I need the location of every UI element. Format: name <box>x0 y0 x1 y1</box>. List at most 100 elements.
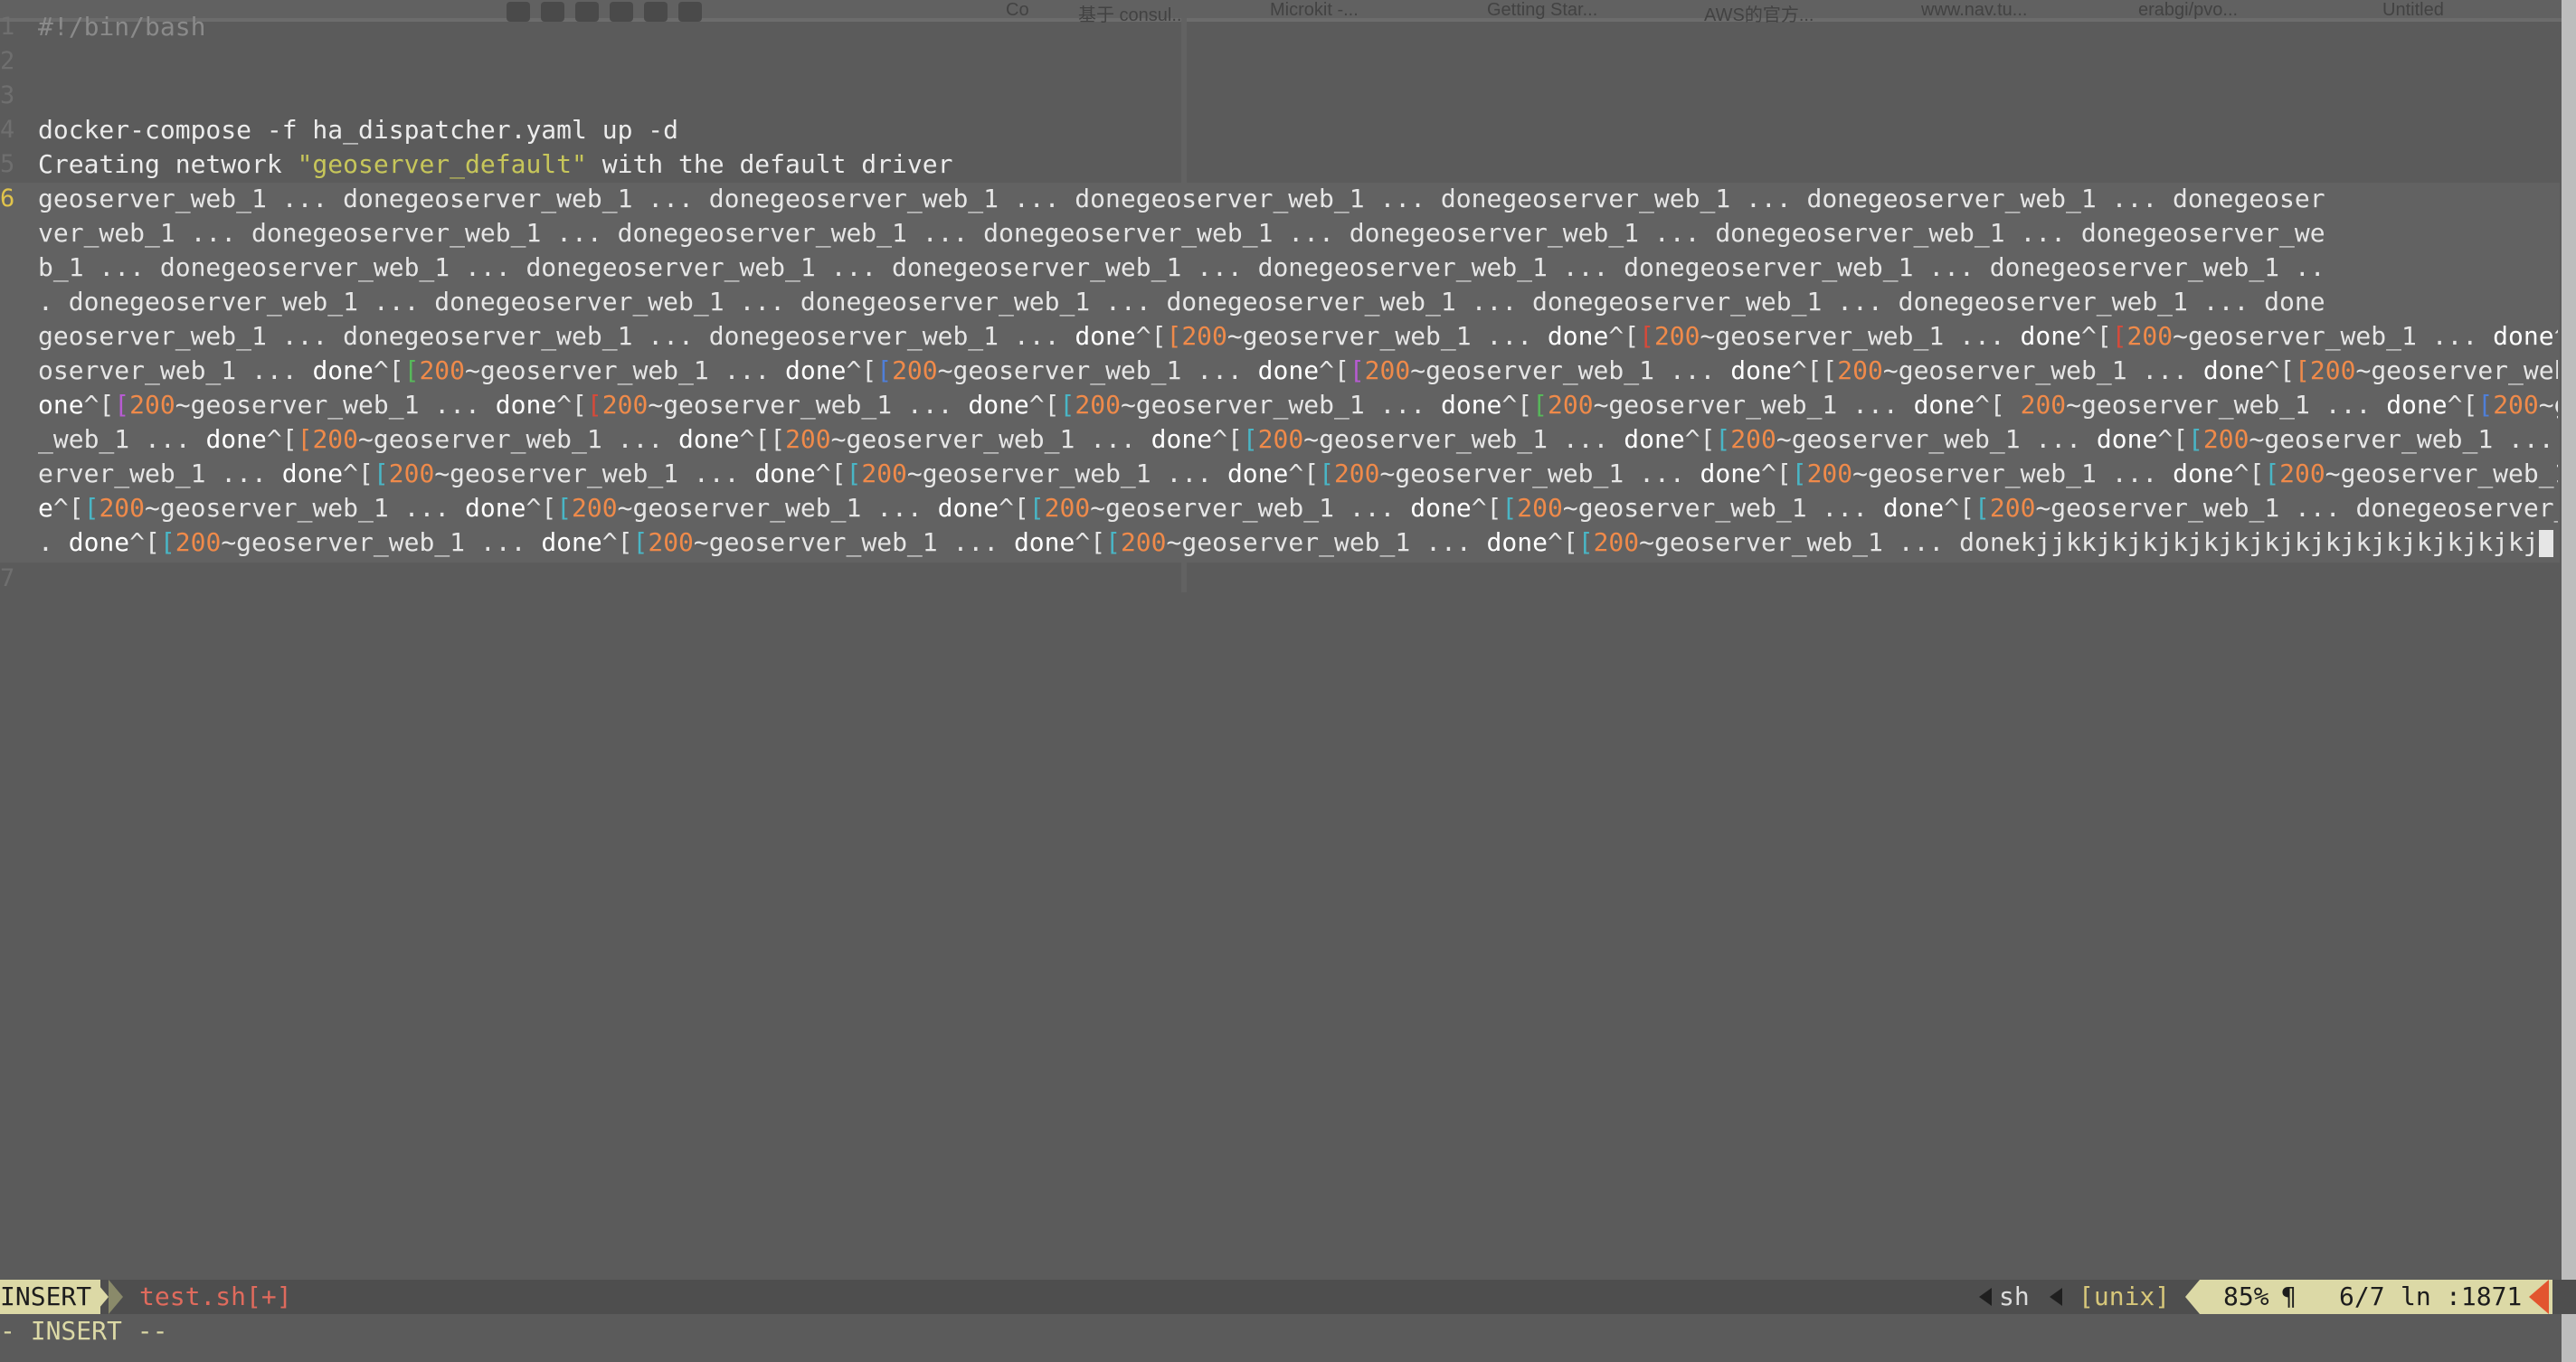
filename-modified[interactable]: test.sh[+] <box>139 1280 292 1314</box>
text-segment: [ <box>846 459 862 488</box>
text-segment: 200 <box>312 424 359 454</box>
text-segment: ^[ <box>601 527 633 557</box>
command-line[interactable]: - INSERT -- <box>0 1314 2560 1348</box>
text-segment: done <box>1151 424 1213 454</box>
text-segment: geoserver_web_1 ... donegeoserver_web_1 … <box>38 321 1075 351</box>
text-segment: done <box>281 459 344 488</box>
text-segment: ^[ <box>1212 424 1243 454</box>
text-segment: ^[ <box>1684 424 1716 454</box>
text-segment: done <box>2386 390 2448 420</box>
line-number: 5 <box>0 150 15 178</box>
separator-arrow-icon <box>1979 1288 1992 1306</box>
text-segment: ~geoserver_web_1 ... <box>906 459 1227 488</box>
text-segment: [ <box>114 390 130 420</box>
text-segment: done <box>2020 321 2081 351</box>
text-segment: 200 <box>2020 390 2067 420</box>
text-segment: 200 <box>1837 355 1883 385</box>
shebang-comment: #!/bin/bash <box>38 12 206 42</box>
text-segment: ^[ <box>52 493 84 523</box>
text-segment: 200 <box>2493 390 2539 420</box>
text-segment: [ <box>2264 459 2280 488</box>
text-segment: 200 <box>892 355 938 385</box>
wrapped-row: oserver_web_1 ... done^[[200~geoserver_w… <box>38 354 2558 388</box>
text-segment: ~geoserver_web_1 ... <box>1226 321 1548 351</box>
text-segment: ~geoserver_web_1 ... <box>2173 321 2494 351</box>
text-segment: done <box>205 424 267 454</box>
text-segment: 200 <box>648 527 694 557</box>
text-segment: [ <box>1349 355 1365 385</box>
text-segment: ^[ <box>1760 459 1792 488</box>
filetype: sh <box>1999 1282 2030 1311</box>
text-segment: ~geoserver_web_1 ... <box>2066 390 2387 420</box>
text-segment: with the default driver <box>586 149 953 179</box>
text-segment: . <box>38 527 69 557</box>
text-segment: [ <box>159 527 175 557</box>
line-number: 3 <box>0 81 15 109</box>
text-segment: done <box>1730 355 1792 385</box>
vim-editor[interactable]: 1 #!/bin/bash 2 3 4 docker-compose -f ha… <box>0 0 2560 1280</box>
text-segment: done <box>678 424 740 454</box>
text-segment: ^[ <box>129 527 160 557</box>
text-segment: done <box>1624 424 1685 454</box>
text-segment: done <box>541 527 602 557</box>
ln-label: ln <box>2401 1282 2431 1311</box>
scroll-percent: 85% <box>2223 1282 2269 1311</box>
text-segment: done <box>968 390 1029 420</box>
text-segment: ^[ <box>266 424 298 454</box>
text-segment: ~geoserver_web_1 ... <box>175 390 496 420</box>
text-segment: 200 <box>1181 321 1227 351</box>
warning-arrow-icon <box>2529 1280 2549 1314</box>
mode-indicator: INSERT <box>0 1280 101 1314</box>
text-segment: [ <box>1059 390 1075 420</box>
text-segment: [ <box>373 459 389 488</box>
text-segment: erver_web_1 ... <box>38 459 282 488</box>
text-segment: ~geoserver_web_1 ... don <box>2325 459 2558 488</box>
text-segment: ~geoserver_web_1 ... <box>1593 390 1914 420</box>
text-segment: ~geoserver_web_1 ... donegeoserver_web_1… <box>2035 493 2558 523</box>
separator-arrow-icon <box>2185 1280 2200 1314</box>
text-segment: 200 <box>129 390 175 420</box>
text-segment: ^[ <box>373 355 404 385</box>
text-segment: 200 <box>1593 527 1640 557</box>
text-segment: [ <box>876 355 893 385</box>
separator-arrow-icon <box>94 1280 109 1314</box>
text-segment: [ <box>1975 493 1990 523</box>
window-edge <box>2562 0 2576 1362</box>
text-segment: [ <box>1319 459 1334 488</box>
text-segment: done <box>1257 355 1320 385</box>
text-segment: ^[ <box>2264 355 2296 385</box>
text-segment: done <box>465 493 526 523</box>
text-segment: ^[ <box>999 493 1029 523</box>
text-segment: ~geoserver_web_1 ... <box>145 493 466 523</box>
text-segment: donekjjkkjkjkjkjkjkjkjkjkjkjkjkjkjkjkj <box>1959 527 2539 557</box>
text-segment: 200 <box>785 424 831 454</box>
text-segment: [ <box>403 355 420 385</box>
text-segment: 200 <box>99 493 146 523</box>
text-segment: done <box>2493 321 2554 351</box>
text-segment: ^[ <box>1975 390 2021 420</box>
text-segment: ^[ <box>1028 390 1060 420</box>
text-segment: done <box>937 493 999 523</box>
text-segment: 200 <box>1333 459 1380 488</box>
text-segment: 200 <box>1653 321 1700 351</box>
text-segment: ~geoserver_web_1 ... <box>648 390 969 420</box>
text-segment: [ <box>556 493 573 523</box>
paragraph-icon: ¶ <box>2281 1282 2297 1311</box>
text-segment: ~geoserver_web_1 ... d <box>2355 355 2558 385</box>
text-segment: ^[ <box>526 493 557 523</box>
text-segment: ^[ <box>2447 390 2478 420</box>
text-segment: 200 <box>861 459 907 488</box>
text-segment: ~geoserver_web_1 ... <box>221 527 542 557</box>
text-segment: ^[ <box>1135 321 1167 351</box>
text-segment: ^[[ <box>1791 355 1838 385</box>
text-segment: one <box>38 390 84 420</box>
text-segment: ~geoserver_web_1 ... <box>1700 321 2021 351</box>
text-segment: ~geoserver_web_1 ... <box>1882 355 2203 385</box>
text-segment: ^[ <box>1944 493 1975 523</box>
text-segment: 200 <box>1547 390 1594 420</box>
text-segment: 200 <box>175 527 222 557</box>
text-segment: ~geoserver_web_1 ... donegeos <box>2249 424 2554 454</box>
text-segment: done <box>1547 321 1609 351</box>
text-cursor <box>2538 530 2553 557</box>
text-segment: [ <box>1028 493 1045 523</box>
